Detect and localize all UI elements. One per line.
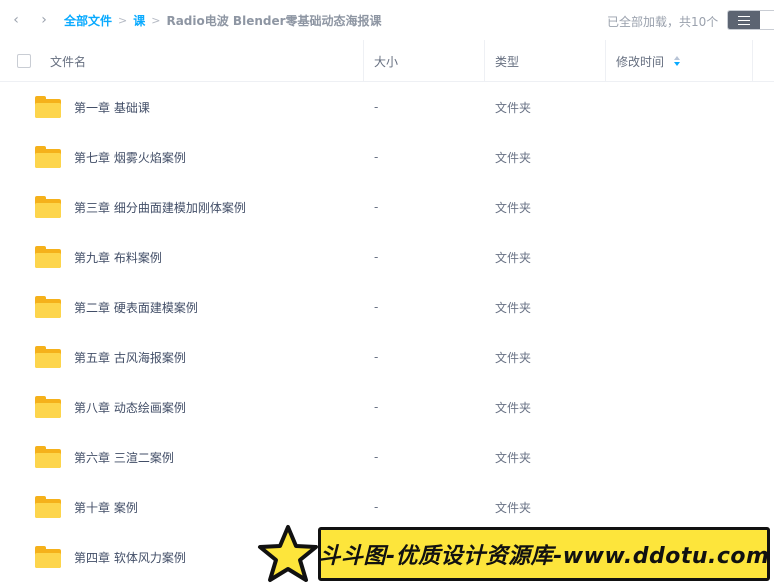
folder-icon xyxy=(35,446,61,468)
table-row[interactable]: 第五章 古风海报案例 - 文件夹 xyxy=(0,332,774,382)
folder-icon xyxy=(35,196,61,218)
folder-icon xyxy=(35,146,61,168)
column-header-name[interactable]: 文件名 xyxy=(50,40,86,82)
column-divider[interactable] xyxy=(484,40,485,82)
file-list: 第一章 基础课 - 文件夹 第七章 烟雾火焰案例 - 文件夹 第三章 细分曲面建… xyxy=(0,82,774,582)
chevron-left-icon: ‹ xyxy=(13,12,19,28)
chevron-right-icon: › xyxy=(41,12,47,28)
file-name[interactable]: 第八章 动态绘画案例 xyxy=(74,382,186,432)
watermark-banner: 斗斗图-优质设计资源库-www.ddotu.com xyxy=(256,524,774,584)
select-all-checkbox[interactable] xyxy=(17,54,31,68)
column-header-modified[interactable]: 修改时间 xyxy=(616,40,681,82)
folder-icon xyxy=(35,546,61,568)
breadcrumb-current: Radio电波 Blender零基础动态海报课 xyxy=(166,13,382,28)
table-row[interactable]: 第六章 三渲二案例 - 文件夹 xyxy=(0,432,774,482)
file-type: 文件夹 xyxy=(495,400,532,415)
list-icon xyxy=(738,15,750,25)
file-name[interactable]: 第一章 基础课 xyxy=(74,82,150,132)
view-switch xyxy=(727,10,774,30)
folder-icon xyxy=(35,396,61,418)
table-row[interactable]: 第七章 烟雾火焰案例 - 文件夹 xyxy=(0,132,774,182)
file-size: - xyxy=(374,150,379,164)
column-header-type[interactable]: 类型 xyxy=(495,40,519,82)
file-type: 文件夹 xyxy=(495,350,532,365)
breadcrumb-root[interactable]: 全部文件 xyxy=(64,12,112,29)
breadcrumb-parent[interactable]: 课 xyxy=(133,12,145,29)
file-name[interactable]: 第六章 三渲二案例 xyxy=(74,432,174,482)
file-name[interactable]: 第四章 软体风力案例 xyxy=(74,532,186,582)
watermark-text: 斗斗图-优质设计资源库-www.ddotu.com xyxy=(318,527,770,581)
table-row[interactable]: 第八章 动态绘画案例 - 文件夹 xyxy=(0,382,774,432)
breadcrumb-separator: > xyxy=(151,13,161,27)
table-row[interactable]: 第三章 细分曲面建模加刚体案例 - 文件夹 xyxy=(0,182,774,232)
star-icon xyxy=(258,525,318,582)
file-size: - xyxy=(374,400,379,414)
folder-icon xyxy=(35,246,61,268)
table-row[interactable]: 第九章 布料案例 - 文件夹 xyxy=(0,232,774,282)
grid-view-button[interactable] xyxy=(760,11,774,29)
folder-icon xyxy=(35,496,61,518)
file-name[interactable]: 第七章 烟雾火焰案例 xyxy=(74,132,186,182)
file-name[interactable]: 第五章 古风海报案例 xyxy=(74,332,186,382)
file-type: 文件夹 xyxy=(495,450,532,465)
breadcrumb-separator: > xyxy=(118,13,128,27)
column-divider[interactable] xyxy=(605,40,606,82)
file-name[interactable]: 第二章 硬表面建模案例 xyxy=(74,282,198,332)
folder-icon xyxy=(35,296,61,318)
forward-button[interactable]: › xyxy=(34,10,54,30)
table-row[interactable]: 第二章 硬表面建模案例 - 文件夹 xyxy=(0,282,774,332)
file-type: 文件夹 xyxy=(495,150,532,165)
file-type: 文件夹 xyxy=(495,300,532,315)
folder-icon xyxy=(35,96,61,118)
file-type: 文件夹 xyxy=(495,200,532,215)
column-header-size[interactable]: 大小 xyxy=(374,40,398,82)
folder-icon xyxy=(35,346,61,368)
file-name[interactable]: 第九章 布料案例 xyxy=(74,232,162,282)
file-name[interactable]: 第三章 细分曲面建模加刚体案例 xyxy=(74,182,246,232)
toolbar: ‹ › 全部文件 > 课 > Radio电波 Blender零基础动态海报课 已… xyxy=(0,0,774,40)
file-size: - xyxy=(374,350,379,364)
file-size: - xyxy=(374,300,379,314)
column-divider[interactable] xyxy=(363,40,364,82)
file-size: - xyxy=(374,450,379,464)
file-type: 文件夹 xyxy=(495,100,532,115)
column-divider[interactable] xyxy=(752,40,753,82)
list-view-button[interactable] xyxy=(728,11,760,29)
table-row[interactable]: 第一章 基础课 - 文件夹 xyxy=(0,82,774,132)
file-size: - xyxy=(374,100,379,114)
file-name[interactable]: 第十章 案例 xyxy=(74,482,138,532)
load-status-text: 已全部加载，共10个 xyxy=(607,15,719,29)
back-button[interactable]: ‹ xyxy=(6,10,26,30)
table-header: 文件名 大小 类型 修改时间 xyxy=(0,40,774,82)
sort-desc-icon[interactable] xyxy=(674,56,681,66)
file-size: - xyxy=(374,250,379,264)
file-size: - xyxy=(374,200,379,214)
column-header-modified-label: 修改时间 xyxy=(616,54,665,69)
breadcrumb: 全部文件 > 课 > Radio电波 Blender零基础动态海报课 xyxy=(64,0,382,40)
file-type: 文件夹 xyxy=(495,250,532,265)
